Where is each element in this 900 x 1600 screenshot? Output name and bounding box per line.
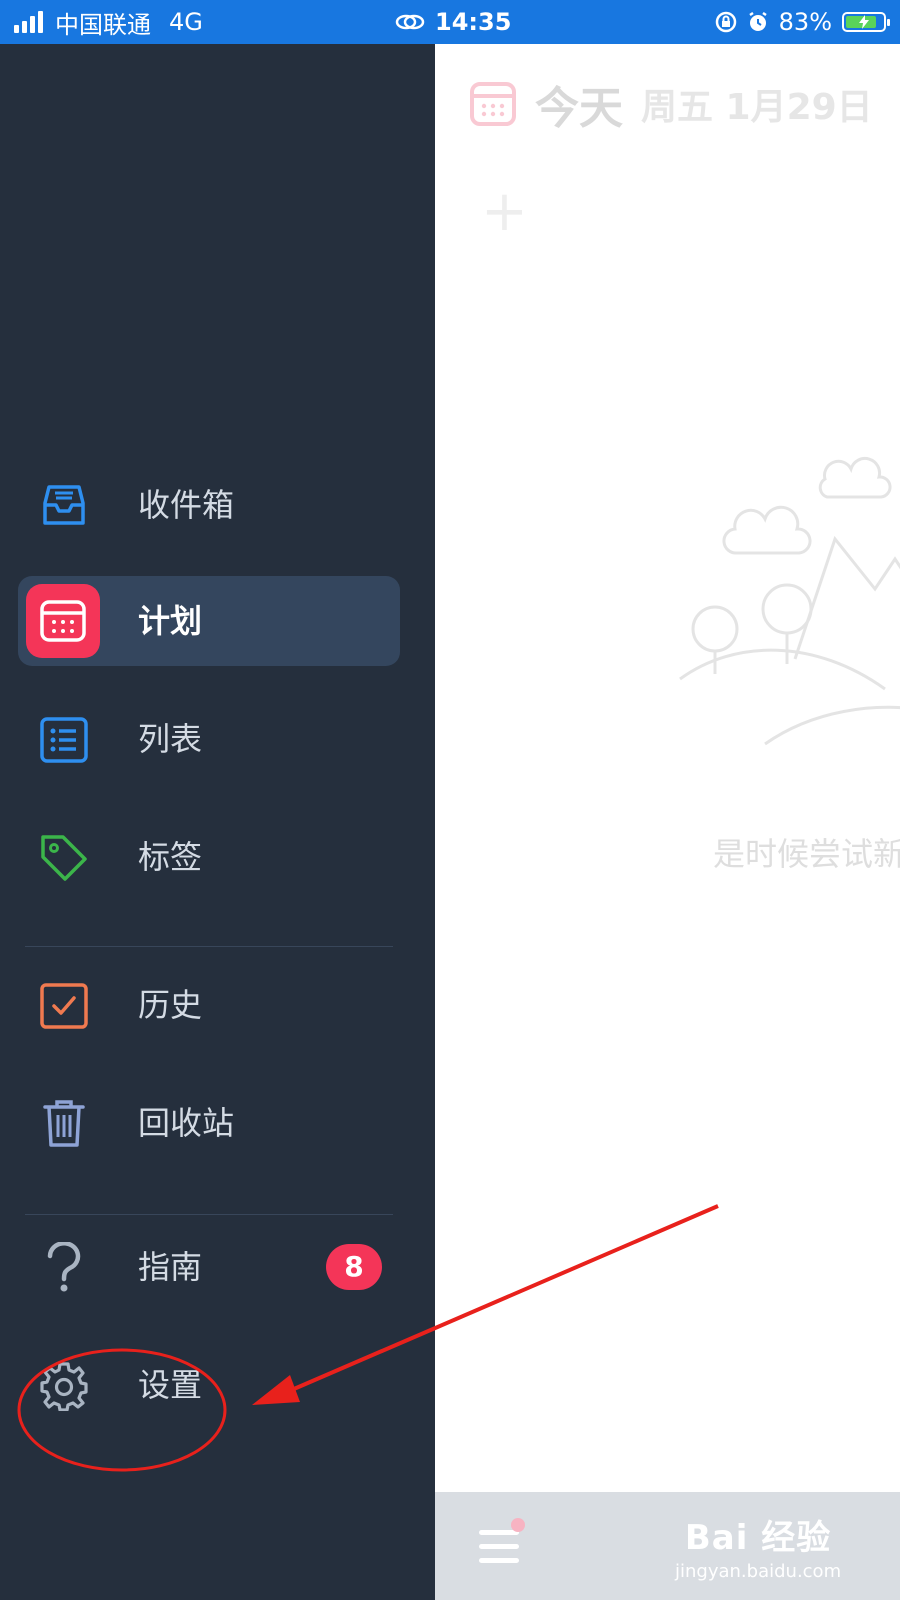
battery-icon: [842, 12, 890, 32]
notification-dot: [511, 1518, 525, 1532]
alarm-icon: [748, 11, 767, 31]
nav-item-label: 标签: [138, 838, 203, 876]
add-task-button[interactable]: +: [481, 184, 528, 240]
nav-item-label: 指南: [138, 1248, 203, 1286]
empty-state-illustration: [679, 456, 900, 746]
status-bar-left: 中国联通 4G: [14, 0, 203, 44]
nav-item-guide[interactable]: 指南 8: [18, 1222, 400, 1312]
nav-item-list[interactable]: 列表: [18, 694, 400, 784]
signal-strength-icon: [14, 11, 43, 33]
divider: [25, 946, 393, 947]
watermark: Bai 经验 jingyan.baidu.com: [675, 1510, 841, 1582]
watermark-logo-text: Bai 经验: [684, 1518, 832, 1558]
status-time: 14:35: [435, 8, 512, 36]
nav-item-settings[interactable]: 设置: [18, 1340, 400, 1430]
link-icon: [395, 14, 425, 30]
nav-item-inbox[interactable]: 收件箱: [18, 460, 400, 550]
guide-badge: 8: [326, 1244, 382, 1290]
nav-item-history[interactable]: 历史: [18, 960, 400, 1050]
nav-item-trash[interactable]: 回收站: [18, 1078, 400, 1168]
battery-percent: 83%: [778, 8, 832, 36]
nav-item-label: 设置: [138, 1366, 203, 1404]
main-header: 今天 周五 1月29日: [469, 72, 873, 136]
question-icon: [36, 1240, 92, 1296]
navigation-drawer: 收件箱 计划 列表 标签 历史 回收站 指南 8 设置: [0, 44, 435, 1600]
nav-item-label: 计划: [138, 602, 203, 640]
nav-item-tags[interactable]: 标签: [18, 812, 400, 902]
list-icon: [36, 712, 92, 768]
carrier-name: 中国联通: [55, 10, 151, 39]
nav-item-label: 收件箱: [138, 486, 235, 524]
page-title: 今天: [535, 83, 623, 134]
nav-item-label: 历史: [138, 986, 203, 1024]
nav-item-plan[interactable]: 计划: [18, 576, 400, 666]
gear-icon: [36, 1358, 92, 1414]
hamburger-menu-icon[interactable]: [479, 1530, 519, 1566]
nav-item-label: 回收站: [138, 1104, 235, 1142]
watermark-url: jingyan.baidu.com: [675, 1561, 842, 1582]
calendar-icon: [26, 584, 100, 658]
history-check-icon: [36, 978, 92, 1034]
nav-item-label: 列表: [138, 720, 203, 758]
status-bar-center: 14:35: [395, 0, 511, 44]
status-bar: 中国联通 4G 14:35 83%: [0, 0, 900, 44]
bottom-bar: Bai 经验 jingyan.baidu.com: [435, 1492, 900, 1600]
inbox-icon: [36, 478, 92, 534]
trash-icon: [36, 1096, 92, 1152]
orientation-lock-icon: [715, 11, 736, 33]
tag-icon: [36, 830, 92, 886]
page-date: 周五 1月29日: [641, 87, 873, 128]
calendar-icon: [470, 82, 516, 126]
status-bar-right: 83%: [715, 0, 890, 44]
divider: [25, 1214, 393, 1215]
network-type: 4G: [169, 8, 203, 36]
empty-state-text: 是时候尝试新: [713, 835, 900, 873]
main-content: 今天 周五 1月29日 + 是时候尝试新: [435, 44, 900, 1556]
